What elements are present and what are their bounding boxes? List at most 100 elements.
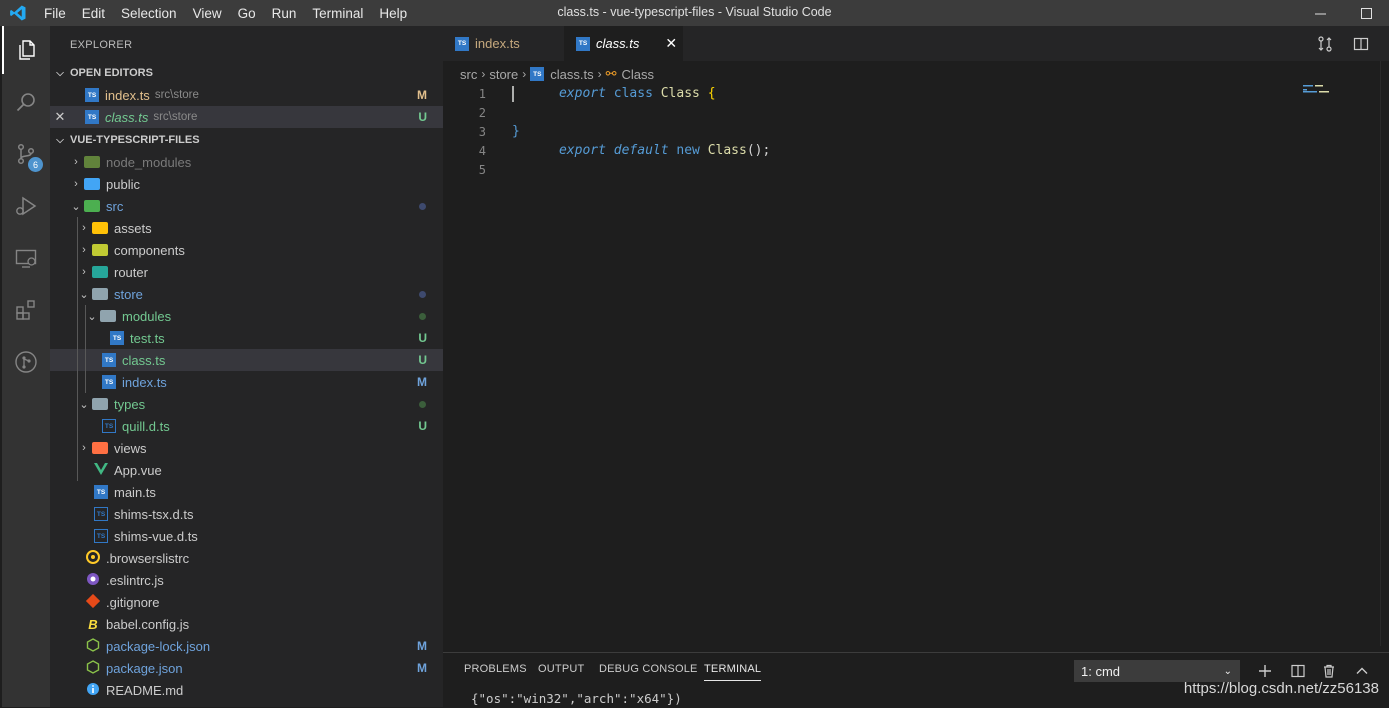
git-file-icon	[85, 593, 101, 611]
git-graph-icon[interactable]	[2, 338, 50, 386]
typescript-file-icon: TS	[102, 353, 116, 367]
extensions-icon[interactable]	[2, 286, 50, 334]
tree-item-app-vue[interactable]: App.vue	[50, 459, 443, 481]
typescript-file-icon: TS	[85, 88, 99, 102]
open-editor-item[interactable]: TS index.ts src\store M	[50, 84, 443, 106]
explorer-icon[interactable]	[2, 26, 50, 74]
menu-go[interactable]: Go	[230, 6, 264, 21]
menu-terminal[interactable]: Terminal	[304, 6, 371, 21]
chevron-down-icon: ⌄	[87, 310, 97, 323]
code-line-5: 5	[478, 162, 486, 177]
tab-output[interactable]: OUTPUT	[538, 663, 584, 675]
tree-item-node-modules[interactable]: › node_modules	[50, 151, 443, 173]
chevron-right-icon: ›	[481, 67, 486, 81]
vscode-logo-icon	[0, 0, 36, 26]
tree-item-class-ts[interactable]: TS class.ts U	[50, 349, 443, 371]
tree-item-readme[interactable]: README.md	[50, 679, 443, 701]
tree-item-src[interactable]: ⌄ src	[50, 195, 443, 217]
menu-help[interactable]: Help	[371, 6, 415, 21]
tree-item-assets[interactable]: › assets	[50, 217, 443, 239]
tree-item-shims-tsx[interactable]: TS shims-tsx.d.ts	[50, 503, 443, 525]
breadcrumb-src[interactable]: src	[460, 67, 477, 82]
tree-item-views[interactable]: › views	[50, 437, 443, 459]
public-folder-icon	[84, 178, 100, 190]
menu-run[interactable]: Run	[264, 6, 305, 21]
tab-class-ts[interactable]: TS class.ts ✕	[564, 26, 683, 61]
tree-item-browserslistrc[interactable]: .browserslistrc	[50, 547, 443, 569]
tree-item-index-ts[interactable]: TS index.ts M	[50, 371, 443, 393]
tree-item-babel-config[interactable]: B babel.config.js	[50, 613, 443, 635]
tab-close-icon[interactable]: ✕	[665, 35, 677, 52]
tree-item-gitignore[interactable]: .gitignore	[50, 591, 443, 613]
split-terminal-icon[interactable]	[1288, 661, 1308, 681]
close-icon[interactable]: ✕	[50, 109, 70, 125]
tree-item-main-ts[interactable]: TS main.ts	[50, 481, 443, 503]
tree-item-types[interactable]: ⌄ types	[50, 393, 443, 415]
tree-item-package-json[interactable]: package.json M	[50, 657, 443, 679]
editor-tab-bar: TS index.ts TS class.ts ✕	[443, 26, 1389, 61]
code-line-3: 3 }	[478, 124, 520, 139]
tree-item-store[interactable]: ⌄ store	[50, 283, 443, 305]
chevron-down-icon: ⌄	[79, 288, 89, 301]
chevron-right-icon: ›	[74, 156, 78, 168]
modules-folder-icon	[100, 310, 116, 322]
code-line-4: 4 export default new Class();	[478, 143, 771, 158]
babel-file-icon: B	[88, 616, 98, 632]
tree-item-modules[interactable]: ⌄ modules	[50, 305, 443, 327]
menu-selection[interactable]: Selection	[113, 6, 185, 21]
tab-problems[interactable]: PROBLEMS	[464, 663, 527, 675]
editor-scrollbar[interactable]	[1380, 61, 1389, 646]
activity-bar: 6	[2, 26, 50, 707]
tree-item-public[interactable]: › public	[50, 173, 443, 195]
tree-item-quill-d-ts[interactable]: TS quill.d.ts U	[50, 415, 443, 437]
tree-item-eslintrc[interactable]: .eslintrc.js	[50, 569, 443, 591]
tree-item-components[interactable]: › components	[50, 239, 443, 261]
typescript-file-icon: TS	[455, 36, 469, 51]
tab-terminal[interactable]: TERMINAL	[704, 663, 762, 681]
terminal-select[interactable]: 1: cmd ⌄	[1074, 660, 1240, 682]
new-terminal-icon[interactable]	[1255, 661, 1275, 681]
tree-item-shims-vue[interactable]: TS shims-vue.d.ts	[50, 525, 443, 547]
src-folder-icon	[84, 200, 100, 212]
title-bar: File Edit Selection View Go Run Terminal…	[0, 0, 1389, 26]
tree-item-router[interactable]: › router	[50, 261, 443, 283]
source-control-icon[interactable]: 6	[2, 130, 50, 178]
menu-view[interactable]: View	[185, 6, 230, 21]
types-folder-icon	[92, 398, 108, 410]
bottom-panel: PROBLEMS OUTPUT DEBUG CONSOLE TERMINAL 1…	[443, 652, 1389, 708]
nodejs-file-icon	[86, 637, 100, 655]
chevron-down-icon: ⌵	[56, 67, 64, 79]
chevron-up-icon[interactable]	[1352, 661, 1372, 681]
tree-item-package-lock[interactable]: package-lock.json M	[50, 635, 443, 657]
open-editors-header[interactable]: ⌵ OPEN EDITORS	[50, 62, 443, 84]
text-cursor	[512, 86, 514, 102]
modified-dot	[419, 290, 426, 298]
tab-debug-console[interactable]: DEBUG CONSOLE	[599, 663, 698, 675]
watermark: https://blog.csdn.net/zz56138	[1183, 680, 1379, 697]
code-line-1: 1 export class Class {	[478, 86, 716, 101]
typescript-def-file-icon: TS	[94, 529, 108, 543]
minimize-button[interactable]	[1297, 0, 1343, 26]
run-debug-icon[interactable]	[2, 182, 50, 230]
router-folder-icon	[92, 266, 108, 278]
split-editor-icon[interactable]	[1353, 36, 1369, 57]
menu-edit[interactable]: Edit	[74, 6, 113, 21]
remote-explorer-icon[interactable]	[2, 234, 50, 282]
tree-item-test-ts[interactable]: TS test.ts U	[50, 327, 443, 349]
node-folder-icon	[84, 156, 100, 168]
trash-icon[interactable]	[1319, 661, 1339, 681]
search-icon[interactable]	[2, 78, 50, 126]
eslint-file-icon	[86, 572, 100, 589]
chevron-down-icon: ⌄	[1223, 665, 1232, 677]
open-changes-icon[interactable]	[1317, 36, 1333, 57]
explorer-sidebar: EXPLORER ⌵ OPEN EDITORS TS index.ts src\…	[50, 26, 443, 707]
project-header[interactable]: ⌵ VUE-TYPESCRIPT-FILES	[50, 129, 443, 151]
minimap[interactable]	[1303, 84, 1363, 104]
menu-file[interactable]: File	[36, 6, 74, 21]
nodejs-file-icon	[86, 659, 100, 677]
code-line-2: 2	[478, 105, 486, 120]
tab-index-ts[interactable]: TS index.ts	[443, 26, 575, 61]
open-editor-item[interactable]: ✕ TS class.ts src\store U	[50, 106, 443, 128]
maximize-button[interactable]	[1343, 0, 1389, 26]
store-folder-icon	[92, 288, 108, 300]
